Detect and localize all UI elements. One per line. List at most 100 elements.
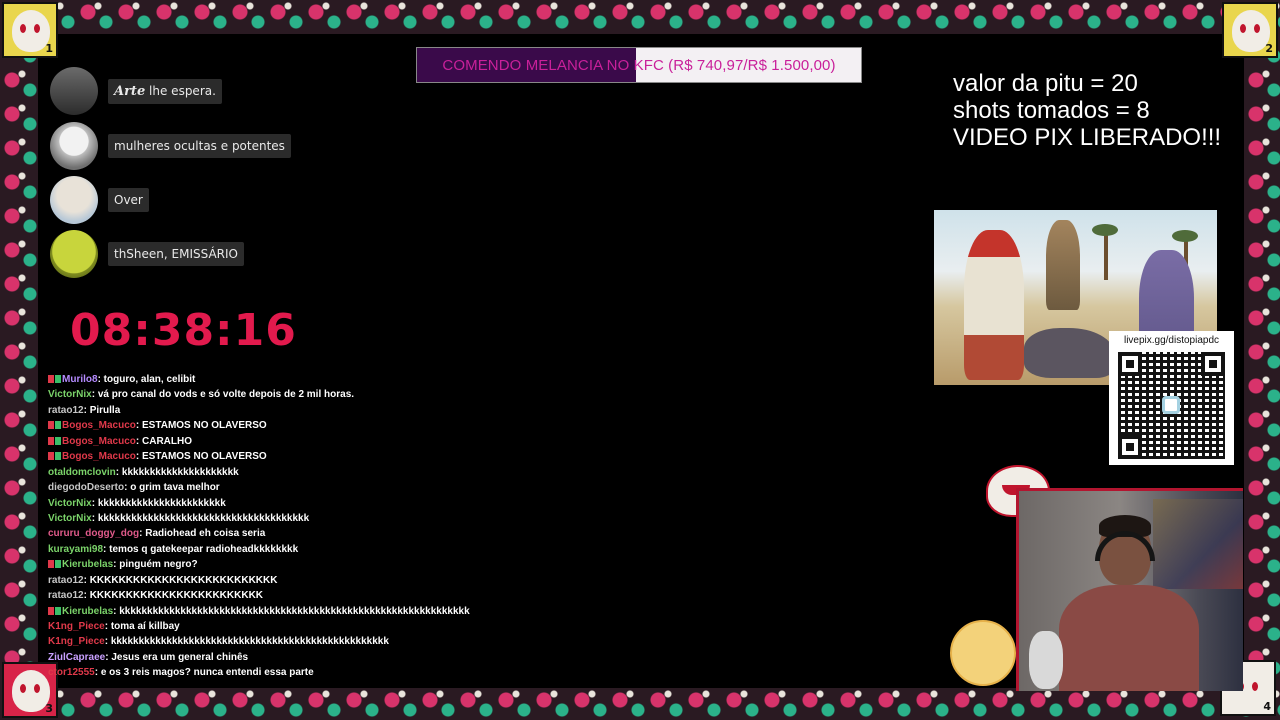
pix-qr-panel: livepix.gg/distopiapdc bbox=[1109, 331, 1234, 465]
bottom-decorative-border bbox=[0, 688, 1280, 720]
chat-username[interactable]: ratao12 bbox=[48, 575, 84, 586]
pencil-badge-icon bbox=[48, 560, 54, 569]
chat-message: K1ng_Piece: toma aí killbay bbox=[48, 621, 508, 636]
shots-line: shots tomados = 8 bbox=[953, 97, 1150, 124]
chat-message: Bogos_Macuco: ESTAMOS NO OLAVERSO bbox=[48, 451, 508, 466]
chat-text: o grim tava melhor bbox=[130, 482, 220, 494]
chat-username[interactable]: ctor12555 bbox=[48, 667, 95, 678]
chat-message: ZiulCapraee: Jesus era um general chinês bbox=[48, 652, 508, 667]
chat-message: Kierubelas: kkkkkkkkkkkkkkkkkkkkkkkkkkkk… bbox=[48, 606, 508, 621]
character-face-icon bbox=[12, 670, 50, 712]
sub-badge-icon bbox=[55, 560, 61, 569]
corner-number: 3 bbox=[45, 702, 53, 715]
chat-message: kurayami98: temos q gatekeepar radiohead… bbox=[48, 544, 508, 559]
chat-text: ESTAMOS NO OLAVERSO bbox=[142, 451, 267, 463]
chat-log[interactable]: Murilo8: toguro, alan, celibit VictorNix:… bbox=[48, 374, 508, 684]
chat-text: kkkkkkkkkkkkkkkkkkkkkkk bbox=[97, 497, 226, 509]
chat-text: CARALHO bbox=[142, 435, 193, 447]
corner-character-1: 1 bbox=[2, 2, 58, 58]
chat-text: ESTAMOS NO OLAVERSO bbox=[142, 420, 267, 432]
chat-username[interactable]: VictorNix bbox=[48, 513, 92, 524]
chat-text: kkkkkkkkkkkkkkkkkkkkkkkkkkkkkkkkkkkkkkkk… bbox=[119, 605, 470, 617]
sub-badge-icon bbox=[55, 421, 61, 430]
chat-message: ratao12: Pirulla bbox=[48, 405, 508, 420]
chat-username[interactable]: ratao12 bbox=[48, 405, 84, 416]
character-face-icon bbox=[1232, 10, 1270, 52]
corner-number: 4 bbox=[1263, 700, 1271, 713]
chat-username[interactable]: otaldomclovin bbox=[48, 467, 116, 478]
chat-username[interactable]: Kierubelas bbox=[62, 559, 113, 570]
chat-message: cururu_doggy_dog: Radiohead eh coisa ser… bbox=[48, 528, 508, 543]
goal-label: COMENDO MELANCIA NO KFC (R$ 740,97/R$ 1.… bbox=[442, 56, 836, 74]
chat-username[interactable]: Bogos_Macuco bbox=[62, 436, 136, 447]
role-item: thSheen, EMISSÁRIO bbox=[50, 230, 244, 278]
corner-number: 2 bbox=[1265, 42, 1273, 55]
chat-message: Kierubelas: pinguém negro? bbox=[48, 559, 508, 574]
chat-username[interactable]: Bogos_Macuco bbox=[62, 420, 136, 431]
video-pix-line: VIDEO PIX LIBERADO!!! bbox=[953, 124, 1222, 151]
chat-username[interactable]: Kierubelas bbox=[62, 606, 113, 617]
mascot-bear-icon bbox=[950, 620, 1016, 686]
robot-avatar-icon bbox=[50, 122, 98, 170]
role-item: Arte lhe espera. bbox=[50, 67, 222, 115]
pencil-badge-icon bbox=[48, 452, 54, 461]
character-face-icon bbox=[12, 10, 50, 52]
chat-username[interactable]: K1ng_Piece bbox=[48, 621, 105, 632]
chat-message: Bogos_Macuco: CARALHO bbox=[48, 436, 508, 451]
chat-text: pinguém negro? bbox=[119, 559, 198, 571]
scythe-avatar-icon bbox=[50, 67, 98, 115]
pencil-badge-icon bbox=[48, 606, 54, 615]
role-item: Over bbox=[50, 176, 149, 224]
chat-message: ratao12: KKKKKKKKKKKKKKKKKKKKKKKKKK bbox=[48, 575, 508, 590]
chat-text: toguro, alan, celibit bbox=[103, 374, 196, 385]
chat-username[interactable]: VictorNix bbox=[48, 498, 92, 509]
webcam-feed bbox=[1016, 488, 1243, 691]
sub-badge-icon bbox=[55, 606, 61, 615]
sketch-avatar-icon bbox=[50, 176, 98, 224]
pencil-badge-icon bbox=[48, 436, 54, 445]
chat-username[interactable]: ratao12 bbox=[48, 590, 84, 601]
chat-text: KKKKKKKKKKKKKKKKKKKKKKKK bbox=[89, 590, 264, 602]
corner-number: 1 bbox=[45, 42, 53, 55]
chat-text: vá pro canal do vods e só volte depois d… bbox=[97, 389, 355, 401]
chat-text: Radiohead eh coisa seria bbox=[145, 528, 266, 540]
stream-timer: 08:38:16 bbox=[70, 305, 297, 356]
sub-badge-icon bbox=[55, 452, 61, 461]
chat-username[interactable]: VictorNix bbox=[48, 389, 92, 400]
chat-username[interactable]: ZiulCapraee bbox=[48, 652, 105, 663]
chat-username[interactable]: cururu_doggy_dog bbox=[48, 528, 139, 539]
chat-text: kkkkkkkkkkkkkkkkkkkkkkkkkkkkkkkkkkkkkkkk… bbox=[110, 636, 389, 648]
qr-code-icon bbox=[1118, 352, 1225, 459]
chat-message: K1ng_Piece: kkkkkkkkkkkkkkkkkkkkkkkkkkkk… bbox=[48, 636, 508, 651]
chat-message: ratao12: KKKKKKKKKKKKKKKKKKKKKKKK bbox=[48, 590, 508, 605]
pitu-value-line: valor da pitu = 20 bbox=[953, 70, 1138, 97]
chat-username[interactable]: K1ng_Piece bbox=[48, 636, 105, 647]
chat-message: ctor12555: e os 3 reis magos? nunca ente… bbox=[48, 667, 508, 682]
chat-username[interactable]: Bogos_Macuco bbox=[62, 451, 136, 462]
chat-message: VictorNix: kkkkkkkkkkkkkkkkkkkkkkk bbox=[48, 498, 508, 513]
chat-message: diegodoDeserto: o grim tava melhor bbox=[48, 482, 508, 497]
chat-message: VictorNix: vá pro canal do vods e só vol… bbox=[48, 389, 508, 404]
sub-badge-icon bbox=[55, 375, 61, 383]
qr-url-label: livepix.gg/distopiapdc bbox=[1123, 335, 1220, 346]
chat-username[interactable]: diegodoDeserto bbox=[48, 482, 124, 493]
top-decorative-border bbox=[0, 0, 1280, 34]
pencil-badge-icon bbox=[48, 375, 54, 383]
chat-text: Jesus era um general chinês bbox=[111, 651, 249, 663]
chat-text: kkkkkkkkkkkkkkkkkkkkkkkkkkkkkkkkkkkkkk bbox=[97, 512, 310, 524]
chat-text: toma aí killbay bbox=[110, 621, 180, 632]
chat-text: KKKKKKKKKKKKKKKKKKKKKKKKKK bbox=[89, 574, 278, 586]
chat-username[interactable]: kurayami98 bbox=[48, 544, 103, 555]
chat-message: Bogos_Macuco: ESTAMOS NO OLAVERSO bbox=[48, 420, 508, 435]
role-label: Arte lhe espera. bbox=[108, 78, 222, 104]
pencil-badge-icon bbox=[48, 421, 54, 430]
chat-message: otaldomclovin: kkkkkkkkkkkkkkkkkkkkk bbox=[48, 467, 508, 482]
chat-message: VictorNix: kkkkkkkkkkkkkkkkkkkkkkkkkkkkk… bbox=[48, 513, 508, 528]
chat-message: Murilo8: toguro, alan, celibit bbox=[48, 374, 508, 389]
donation-goal-bar: COMENDO MELANCIA NO KFC (R$ 740,97/R$ 1.… bbox=[416, 47, 862, 83]
left-decorative-border bbox=[0, 34, 38, 688]
chat-text: Pirulla bbox=[89, 404, 121, 416]
right-decorative-border bbox=[1244, 34, 1280, 688]
chat-username[interactable]: Murilo8 bbox=[62, 374, 98, 385]
stream-info-text: valor da pitu = 20 shots tomados = 8 VID… bbox=[953, 70, 1221, 151]
